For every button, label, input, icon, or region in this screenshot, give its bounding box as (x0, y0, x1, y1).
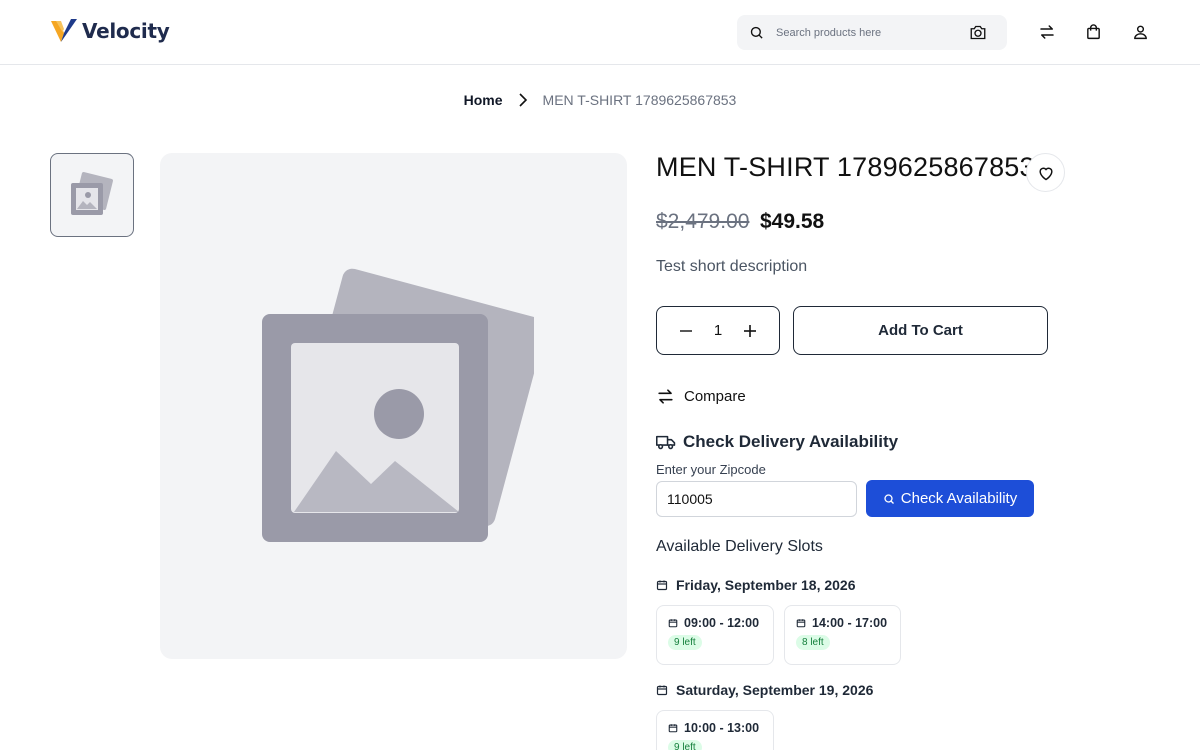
zipcode-label: Enter your Zipcode (656, 462, 766, 477)
shopping-bag-icon[interactable] (1081, 20, 1105, 44)
calendar-icon (796, 619, 806, 628)
breadcrumb-home-link[interactable]: Home (464, 92, 503, 108)
camera-icon[interactable] (969, 24, 987, 41)
product-title: MEN T-SHIRT 1789625867853 (656, 152, 1035, 182)
delivery-day-date: Saturday, September 19, 2026 (676, 682, 874, 698)
product-main-image[interactable] (160, 153, 627, 659)
slot-time: 14:00 - 17:00 (796, 616, 889, 630)
check-availability-label: Check Availability (900, 490, 1018, 507)
delivery-day-label: Friday, September 18, 2026 (656, 577, 856, 593)
calendar-icon (656, 580, 668, 591)
delivery-slots-title: Available Delivery Slots (656, 538, 823, 555)
heart-icon (1038, 167, 1053, 180)
chevron-right-icon (517, 93, 529, 107)
slot-time: 10:00 - 13:00 (668, 721, 762, 735)
image-placeholder-icon (71, 172, 113, 215)
compare-label: Compare (684, 388, 746, 405)
user-icon[interactable] (1128, 20, 1152, 44)
delivery-day-date: Friday, September 18, 2026 (676, 577, 856, 593)
check-availability-button[interactable]: Check Availability (866, 480, 1034, 517)
quantity-value: 1 (713, 322, 723, 339)
velocity-logo-icon (51, 19, 77, 42)
compare-icon (658, 389, 673, 404)
site-header: Velocity (0, 0, 1200, 65)
slot-time-text: 14:00 - 17:00 (812, 616, 888, 630)
sale-price: $49.58 (760, 210, 825, 233)
product-thumbnail[interactable] (50, 153, 134, 237)
compare-link[interactable]: Compare (656, 387, 746, 406)
plus-icon[interactable] (741, 322, 759, 340)
breadcrumb-current: MEN T-SHIRT 1789625867853 (542, 92, 737, 108)
original-price: $2,479.00 (656, 210, 750, 233)
short-description: Test short description (656, 258, 808, 275)
slot-time: 09:00 - 12:00 (668, 616, 762, 630)
delivery-day-label: Saturday, September 19, 2026 (656, 682, 873, 698)
calendar-icon (656, 685, 668, 696)
search-icon (884, 493, 894, 504)
slot-availability-badge: 9 left (668, 740, 702, 750)
wishlist-button[interactable] (1026, 153, 1065, 192)
quantity-stepper: 1 (656, 306, 780, 355)
slot-availability-badge: 9 left (668, 635, 702, 650)
slot-availability-badge: 8 left (796, 635, 830, 650)
brand-name: Velocity (82, 19, 170, 43)
slot-time-text: 09:00 - 12:00 (684, 616, 760, 630)
compare-icon[interactable] (1035, 20, 1059, 44)
delivery-heading-text: Check Delivery Availability (683, 432, 899, 451)
calendar-icon (668, 724, 678, 733)
search-icon (750, 26, 763, 39)
search-bar[interactable] (737, 15, 1007, 50)
image-placeholder-icon (261, 268, 534, 542)
delivery-heading: Check Delivery Availability (656, 432, 898, 452)
truck-icon (656, 435, 676, 450)
delivery-slot[interactable]: 14:00 - 17:00 8 left (784, 605, 901, 665)
brand-logo[interactable]: Velocity (50, 18, 170, 44)
zipcode-input[interactable] (656, 481, 857, 517)
search-input[interactable] (776, 26, 966, 39)
add-to-cart-button[interactable]: Add To Cart (793, 306, 1048, 355)
delivery-slot[interactable]: 09:00 - 12:00 9 left (656, 605, 774, 665)
calendar-icon (668, 619, 678, 628)
slot-time-text: 10:00 - 13:00 (684, 721, 760, 735)
delivery-slot[interactable]: 10:00 - 13:00 9 left (656, 710, 774, 750)
minus-icon[interactable] (677, 322, 695, 340)
breadcrumb: Home MEN T-SHIRT 1789625867853 (0, 92, 1200, 108)
